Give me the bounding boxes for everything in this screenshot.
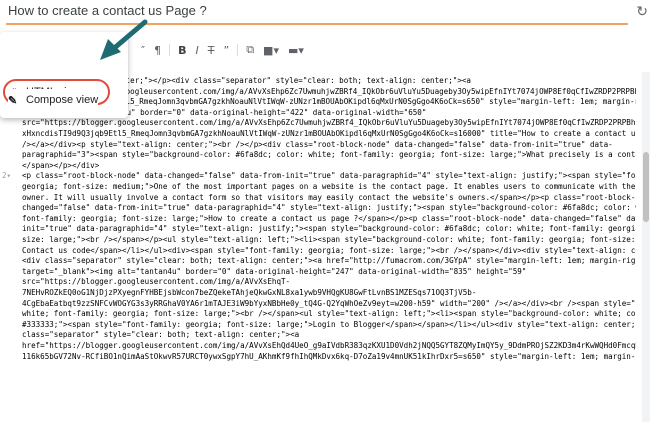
code-line[interactable]: </span></p></div> bbox=[22, 161, 636, 171]
code-line[interactable]: owner. It will usually involve a contact… bbox=[22, 193, 636, 203]
code-line[interactable]: 5Etl5_RmeqJomn3qvbmGA7gzkhNoauNlVtIWqW-z… bbox=[112, 97, 636, 107]
code-line[interactable]: #333333;"><span style="font-family: geor… bbox=[22, 320, 636, 330]
quote-format-button[interactable]: ″ bbox=[140, 44, 146, 57]
editor-scrollbar[interactable] bbox=[642, 72, 650, 422]
strikethrough-button[interactable]: T bbox=[207, 44, 216, 57]
code-line[interactable]: href="https://blogger.googleusercontent.… bbox=[22, 341, 636, 351]
code-line[interactable]: <p class="root-block-node" data-changed=… bbox=[22, 171, 636, 181]
italic-button[interactable]: I bbox=[195, 44, 200, 57]
compose-view-label: Compose view bbox=[26, 94, 99, 106]
toolbar-divider bbox=[237, 44, 239, 56]
code-line[interactable]: class="separator" style="clear: both; te… bbox=[22, 330, 636, 340]
post-title[interactable]: How to create a contact us Page ? bbox=[8, 3, 207, 18]
code-line[interactable]: center;"></p><div class="separator" styl… bbox=[112, 76, 636, 86]
quote-button[interactable]: ” bbox=[222, 44, 230, 57]
title-underline bbox=[6, 23, 628, 25]
code-line[interactable]: 116k65bGV72Nv-RCfiBO1nQimAaStOkwvR57URCT… bbox=[22, 352, 636, 362]
link-button[interactable]: ⧉ bbox=[245, 43, 255, 57]
code-line[interactable]: <div class="separator" style="clear: bot… bbox=[22, 256, 636, 266]
code-line[interactable]: 4CgEbaEatbqt9zzSNFCvWOGYG3s3yRRGhaV0YA6r… bbox=[22, 299, 636, 309]
code-line[interactable]: font-family: georgia; font-size: large;"… bbox=[22, 214, 636, 224]
paragraph-button[interactable]: ¶ bbox=[153, 44, 162, 57]
code-line[interactable]: /></a></div><p style="text-align: center… bbox=[22, 140, 636, 150]
pencil-icon: ✎ bbox=[8, 94, 18, 107]
editor-toolbar: ″ ¶ B I T ” ⧉ ■▾ ▬▾ bbox=[140, 40, 305, 60]
code-line[interactable]: size: large;"><br /></span></p><ul style… bbox=[22, 235, 636, 245]
code-line[interactable]: Contact us code</span></li></ul><div><sp… bbox=[22, 246, 636, 256]
code-line[interactable]: p.googleusercontent.com/img/a/AVvXsEhp6Z… bbox=[112, 87, 636, 97]
code-line[interactable]: changed="false" data-from-init="true" da… bbox=[22, 203, 636, 213]
code-line[interactable]: src="https://blogger.googleusercontent.c… bbox=[22, 277, 636, 287]
code-line[interactable]: paragraphid="3"><span style="background-… bbox=[22, 150, 636, 160]
highlight-color-button[interactable]: ▬▾ bbox=[287, 44, 305, 57]
code-line[interactable]: src="https://blogger.googleusercontent.c… bbox=[22, 118, 636, 128]
refresh-icon[interactable]: ↻ bbox=[636, 3, 648, 20]
text-color-button[interactable]: ■▾ bbox=[262, 44, 280, 57]
scrollbar-thumb[interactable] bbox=[643, 152, 649, 222]
post-title-bar: How to create a contact us Page ? ↻ bbox=[0, 0, 650, 30]
html-code-editor[interactable]: center;"></p><div class="separator" styl… bbox=[0, 72, 640, 422]
bold-button[interactable]: B bbox=[177, 44, 187, 57]
toolbar-divider bbox=[169, 44, 171, 56]
fold-marker[interactable]: 2▾ bbox=[2, 171, 11, 181]
code-line[interactable]: 7NEHvROZkEQ0oG1NjDjzPXyegnFYHBEjsbWcon7b… bbox=[22, 288, 636, 298]
code-line[interactable]: init="true" data-paragraphid="4" style="… bbox=[22, 224, 636, 234]
compose-view-option[interactable]: ✎ Compose view bbox=[8, 89, 99, 111]
code-line[interactable]: target="_blank"><img alt="tantan4u" bord… bbox=[22, 267, 636, 277]
code-line[interactable]: georgia; font-size: medium;">One of the … bbox=[22, 182, 636, 192]
code-line[interactable]: xHxncdisTI9d9Q3jqb9Etl5_RmeqJomn3qvbmGA7… bbox=[22, 129, 636, 139]
code-line[interactable]: white; font-family: georgia; font-size: … bbox=[22, 309, 636, 319]
